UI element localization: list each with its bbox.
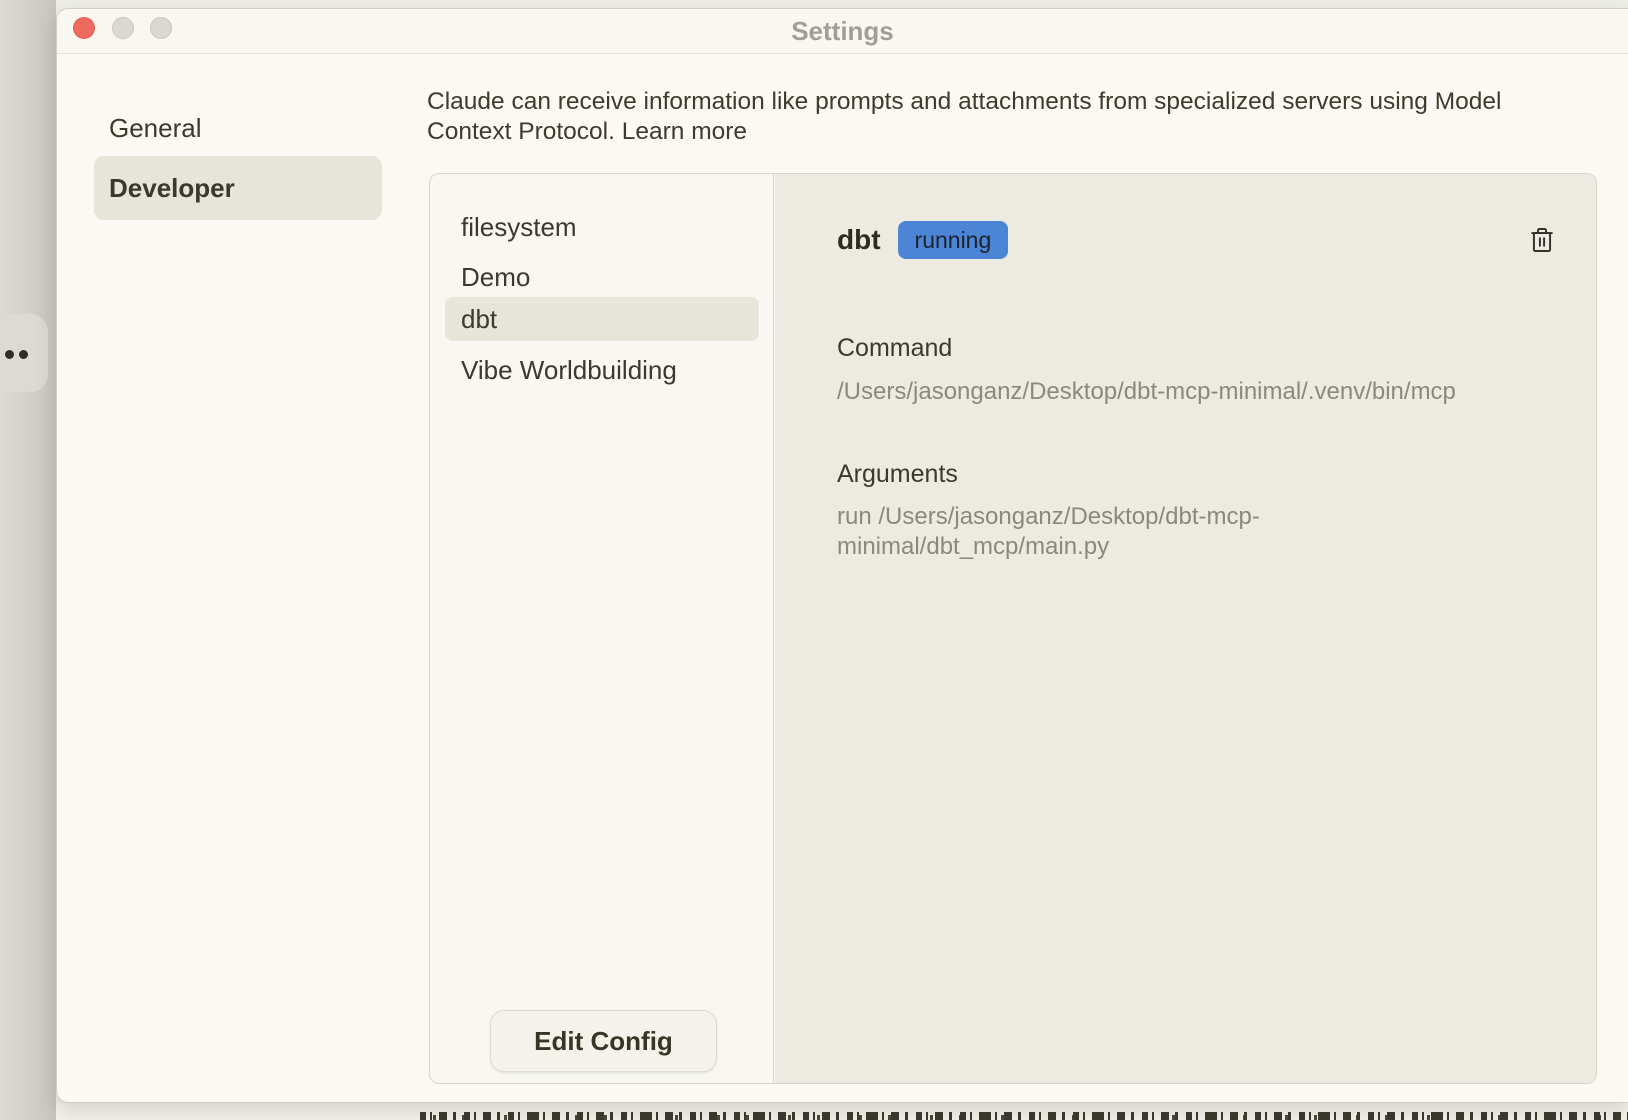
sidebar-item-label: Developer <box>109 173 235 204</box>
learn-more-link[interactable]: Learn more <box>622 118 747 145</box>
command-label: Command <box>837 334 952 363</box>
server-name-label: Demo <box>461 262 530 293</box>
sidebar-item-developer[interactable]: Developer <box>94 156 382 220</box>
titlebar: Settings <box>57 9 1628 54</box>
ellipsis-dot <box>19 350 28 359</box>
server-list-item-filesystem[interactable]: filesystem <box>445 205 759 249</box>
server-detail-name: dbt <box>837 224 881 256</box>
arguments-value: run /Users/jasonganz/Desktop/dbt-mcp-min… <box>837 502 1337 562</box>
server-detail: dbt running Command /Users/jasonganz/Des… <box>775 174 1596 1083</box>
server-name-label: Vibe Worldbuilding <box>461 355 677 386</box>
edit-config-button[interactable]: Edit Config <box>490 1010 717 1072</box>
settings-window: Settings General Developer Claude can re… <box>56 8 1628 1103</box>
background-clipped-text <box>420 1112 1628 1120</box>
description-text: Claude can receive information like prom… <box>427 88 1501 145</box>
server-list-item-vibe-worldbuilding[interactable]: Vibe Worldbuilding <box>445 348 759 392</box>
server-name-label: filesystem <box>461 212 577 243</box>
arguments-label: Arguments <box>837 460 958 489</box>
server-list-item-dbt[interactable]: dbt <box>445 297 759 341</box>
sidebar-item-label: General <box>109 113 202 144</box>
server-list: filesystem Demo dbt Vibe Worldbuilding E… <box>430 174 774 1083</box>
window-title: Settings <box>57 9 1628 54</box>
command-value: /Users/jasonganz/Desktop/dbt-mcp-minimal… <box>837 377 1456 407</box>
sidebar-item-general[interactable]: General <box>94 96 382 160</box>
background-app-strip <box>0 0 56 1120</box>
screen: Settings General Developer Claude can re… <box>0 0 1628 1120</box>
ellipsis-dot <box>5 350 14 359</box>
server-name-label: dbt <box>461 304 497 335</box>
mcp-description: Claude can receive information like prom… <box>427 87 1507 147</box>
background-overflow-menu[interactable] <box>0 314 48 392</box>
server-list-item-demo[interactable]: Demo <box>445 255 759 299</box>
status-badge: running <box>898 221 1009 259</box>
mcp-servers-panel: filesystem Demo dbt Vibe Worldbuilding E… <box>429 173 1597 1084</box>
server-detail-header: dbt running <box>837 220 1556 260</box>
delete-server-button[interactable] <box>1528 225 1556 255</box>
trash-icon <box>1528 225 1556 255</box>
